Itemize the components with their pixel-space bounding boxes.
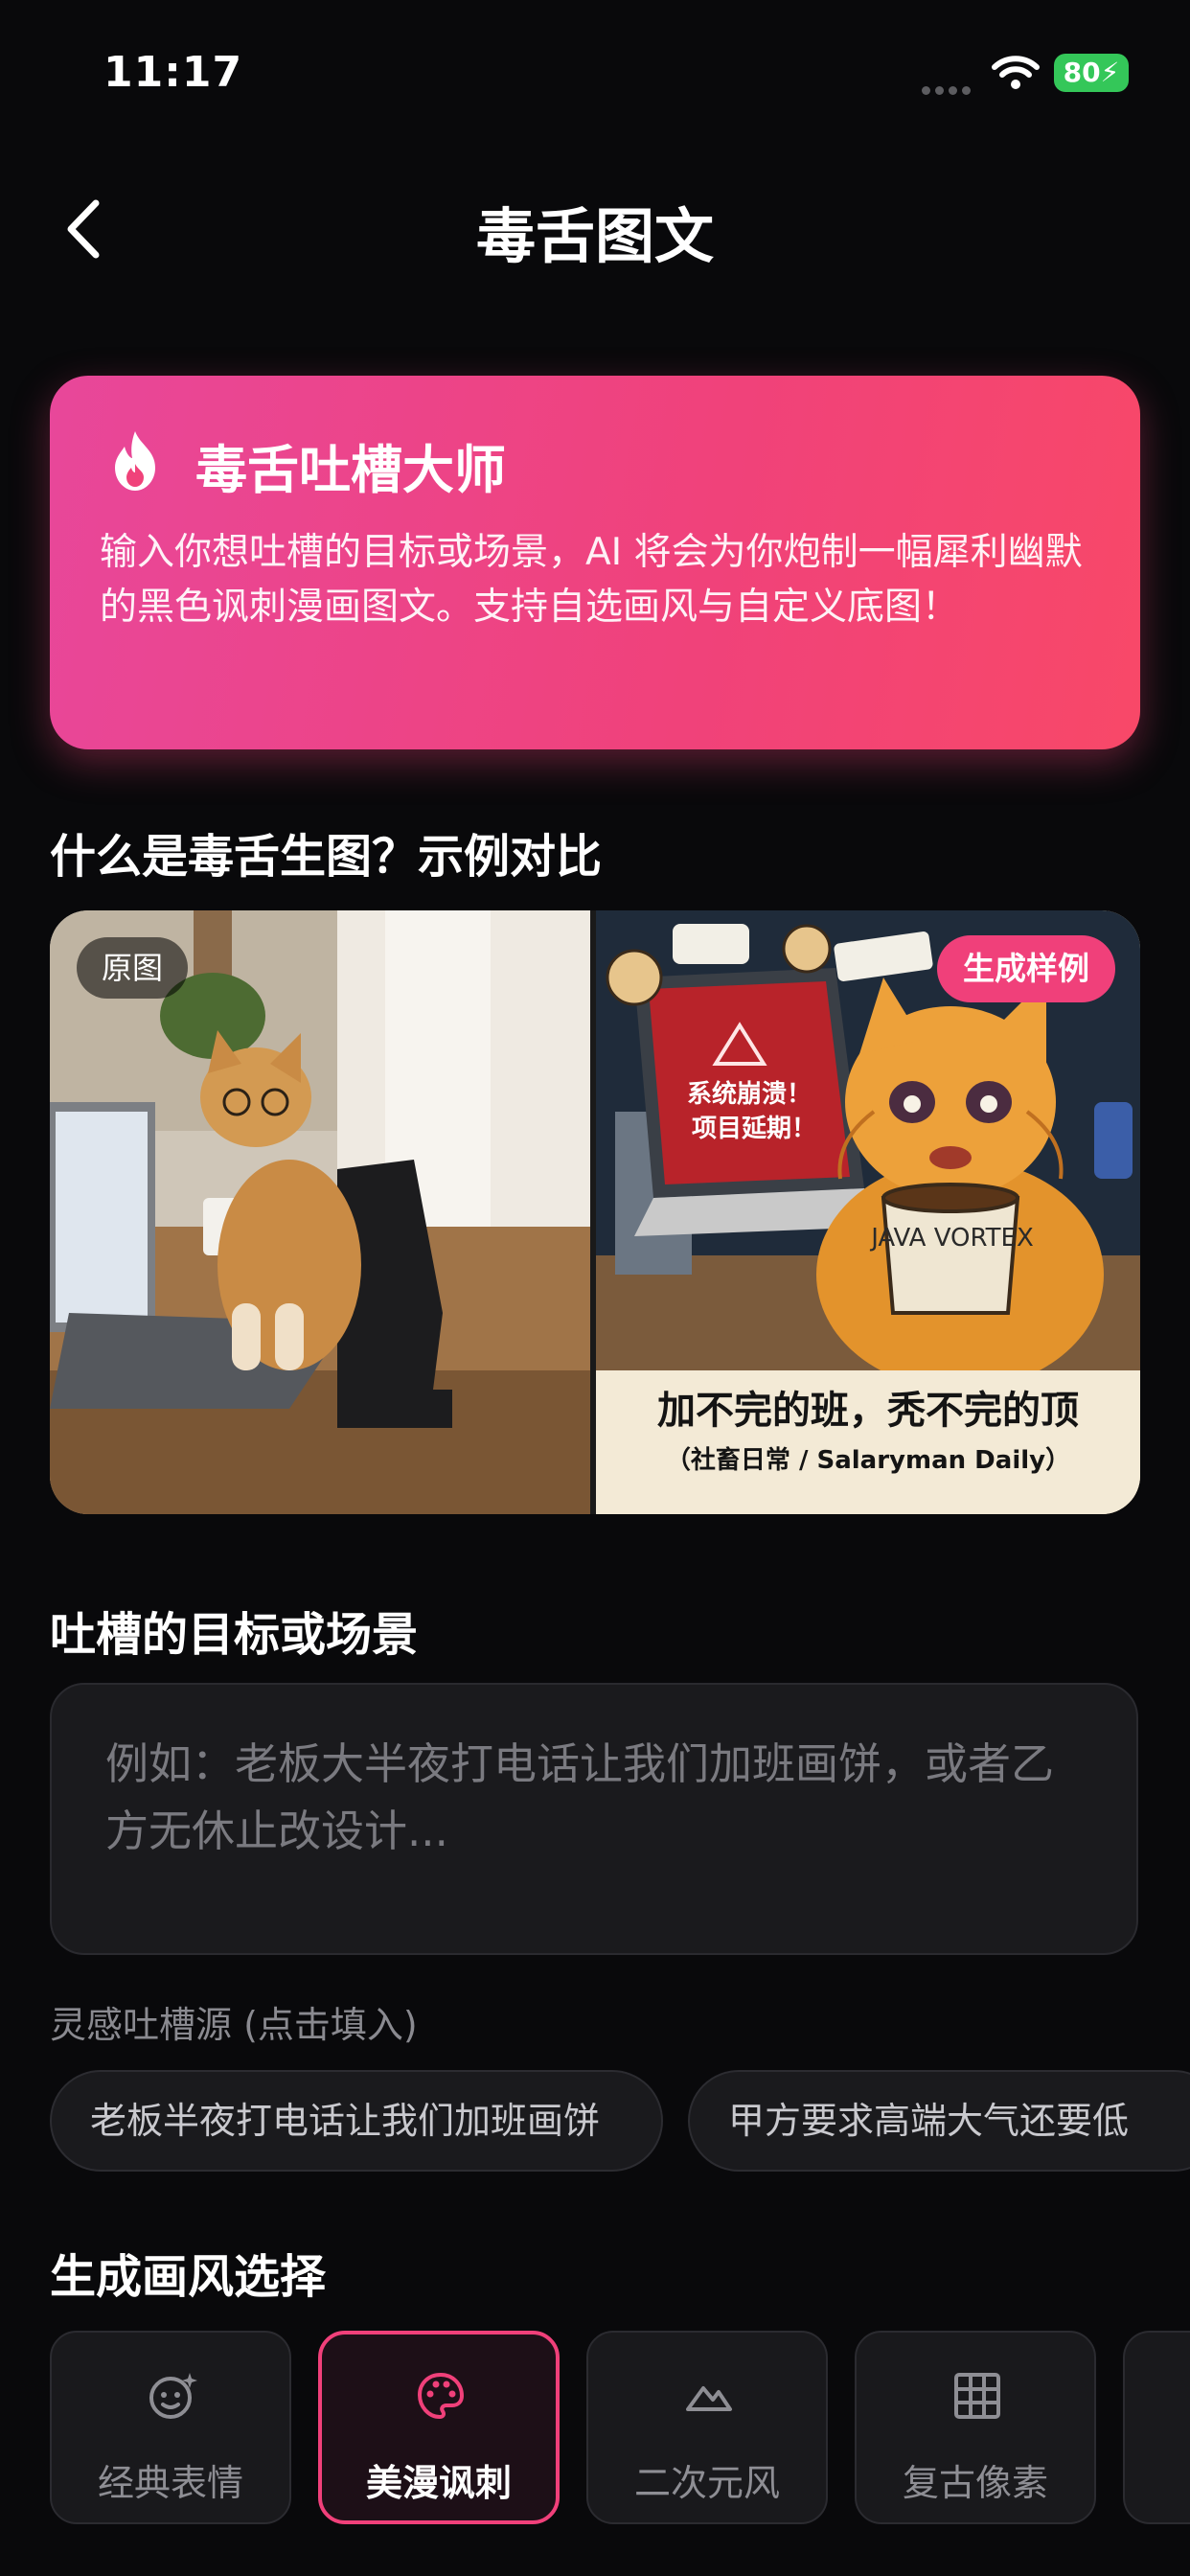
mug-text: JAVA VORTEX [869, 1224, 1034, 1253]
hero-description: 输入你想吐槽的目标或场景，AI 将会为你炮制一幅犀利幽默的黑色讽刺漫画图文。支持… [100, 531, 1083, 629]
smile-sparkle-icon [149, 2373, 197, 2419]
inspiration-chip[interactable]: 老板半夜打电话让我们加班画饼 [50, 2070, 663, 2172]
caption-text: 加不完的班，秃不完的顶 [657, 1389, 1079, 1433]
generated-sample-badge: 生成样例 [937, 935, 1115, 1002]
battery-level: 80 [1063, 57, 1101, 88]
style-label: 二次元风 [633, 2462, 780, 2504]
hero-title: 毒舌吐槽大师 [195, 440, 506, 500]
style-tile-classic-emoji[interactable]: 经典表情 [50, 2331, 291, 2524]
compare-section-title: 什么是毒舌生图？示例对比 [50, 830, 603, 884]
target-placeholder: 例如：老板大半夜打电话让我们加班画饼，或者乙方无休止改设计... [105, 1738, 1055, 1856]
style-label: 美漫讽刺 [365, 2462, 512, 2504]
style-tile-anime[interactable]: 二次元风 [586, 2331, 828, 2524]
screen-text-2: 项目延期！ [692, 1115, 816, 1143]
grid-icon [954, 2373, 1000, 2419]
subcaption-text: （社畜日常 / Salaryman Daily） [666, 1445, 1070, 1475]
status-time: 11:17 [103, 48, 243, 97]
palette-icon [417, 2372, 465, 2420]
inspiration-chip[interactable]: 甲方要求高端大气还要低 [688, 2070, 1190, 2172]
target-section-title: 吐槽的目标或场景 [50, 1608, 419, 1662]
inspiration-label: 灵感吐槽源 (点击填入) [50, 2004, 418, 2046]
style-section-title: 生成画风选择 [50, 2250, 327, 2304]
style-tile-more[interactable] [1123, 2331, 1190, 2524]
battery-indicator: 80⚡ [1054, 54, 1129, 92]
mountain-icon [686, 2386, 732, 2411]
original-photo [50, 910, 590, 1514]
screen-text-1: 系统崩溃！ [687, 1079, 812, 1109]
style-label: 复古像素 [902, 2462, 1048, 2504]
page-title: 毒舌图文 [475, 201, 714, 271]
style-label: 经典表情 [97, 2462, 243, 2504]
signal-dots-icon [922, 80, 975, 99]
flame-icon [115, 431, 155, 491]
original-badge: 原图 [77, 937, 188, 999]
style-tile-retro-pixel[interactable]: 复古像素 [855, 2331, 1096, 2524]
wifi-icon [992, 56, 1040, 89]
target-textarea[interactable]: 例如：老板大半夜打电话让我们加班画饼，或者乙方无休止改设计... [50, 1683, 1138, 1955]
style-tile-american-satire[interactable]: 美漫讽刺 [318, 2331, 560, 2524]
